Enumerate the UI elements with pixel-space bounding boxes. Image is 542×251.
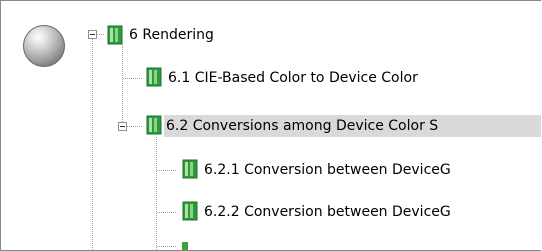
bookmark-icon (182, 159, 198, 179)
collapse-toggle-6-2[interactable] (118, 122, 127, 131)
collapse-toggle-6[interactable] (88, 30, 97, 39)
document-outline-panel: 6 Rendering 6.1 CIE-Based Color to Devic… (0, 0, 541, 251)
tree-node-label[interactable]: 6.2 Conversions among Device Color S (164, 115, 541, 137)
bookmark-icon (182, 201, 198, 221)
tree-node-label[interactable]: 6.1 CIE-Based Color to Device Color (166, 67, 420, 89)
bookmark-icon (146, 67, 162, 87)
tree-node-label[interactable]: 6.2.2 Conversion between DeviceG (202, 201, 453, 223)
tree-node-label[interactable]: 6 Rendering (127, 24, 216, 46)
tree-node-label[interactable]: 6.2.1 Conversion between DeviceG (202, 159, 453, 181)
bookmark-icon (182, 242, 188, 250)
bookmark-icon (146, 115, 162, 135)
bookmark-icon (107, 25, 123, 45)
